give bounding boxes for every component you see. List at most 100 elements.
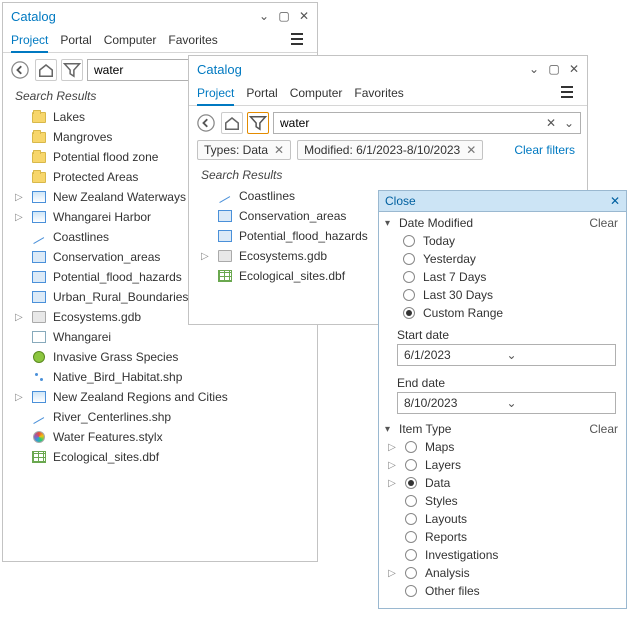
tab-portal[interactable]: Portal xyxy=(246,84,277,105)
back-icon[interactable] xyxy=(195,112,217,134)
item-label: Conservation_areas xyxy=(239,209,346,223)
section-item-type[interactable]: ▾ Item Type Clear xyxy=(379,418,626,438)
radio-data[interactable]: ▷Data xyxy=(379,474,626,492)
item-label: Coastlines xyxy=(239,189,295,203)
clear-icon[interactable]: ✕ xyxy=(542,116,560,130)
maximize-icon[interactable]: ▢ xyxy=(277,9,291,23)
expander-icon[interactable]: ▷ xyxy=(15,212,25,223)
line-icon xyxy=(31,409,47,425)
tree-item[interactable]: Ecological_sites.dbf xyxy=(7,447,313,467)
section-date-modified[interactable]: ▾ Date Modified Clear xyxy=(379,212,626,232)
filter-icon[interactable] xyxy=(61,59,83,81)
expander-icon[interactable]: ▷ xyxy=(387,460,397,471)
item-label: Urban_Rural_Boundaries xyxy=(53,290,188,304)
end-date-input[interactable]: 8/10/2023 ⌄ xyxy=(397,392,616,414)
expander-icon[interactable]: ▷ xyxy=(201,251,211,262)
tab-project[interactable]: Project xyxy=(197,84,234,105)
clear-date-filter[interactable]: Clear xyxy=(589,216,618,230)
chip-remove-icon[interactable]: ✕ xyxy=(274,143,284,157)
map-icon xyxy=(31,209,47,225)
radio-styles[interactable]: Styles xyxy=(379,492,626,510)
tab-favorites[interactable]: Favorites xyxy=(354,84,403,105)
radio-layouts[interactable]: Layouts xyxy=(379,510,626,528)
start-date-input[interactable]: 6/1/2023 ⌄ xyxy=(397,344,616,366)
item-label: Ecological_sites.dbf xyxy=(53,450,159,464)
radio-icon xyxy=(403,253,415,265)
item-label: Ecosystems.gdb xyxy=(53,310,141,324)
expander-icon[interactable]: ▷ xyxy=(387,568,397,579)
table-icon xyxy=(31,449,47,465)
radio-icon xyxy=(403,271,415,283)
close-icon[interactable]: ✕ xyxy=(297,9,311,23)
close-icon[interactable]: ✕ xyxy=(610,194,620,208)
clear-filters-link[interactable]: Clear filters xyxy=(514,143,579,157)
start-date-label: Start date xyxy=(379,322,626,344)
tab-project[interactable]: Project xyxy=(11,31,48,52)
radio-yesterday[interactable]: Yesterday xyxy=(379,250,626,268)
search-dropdown-icon[interactable]: ⌄ xyxy=(560,116,578,130)
menu-icon[interactable] xyxy=(289,31,309,52)
bug-icon xyxy=(31,349,47,365)
home-icon[interactable] xyxy=(221,112,243,134)
radio-icon xyxy=(405,549,417,561)
dropdown-icon[interactable]: ⌄ xyxy=(257,9,271,23)
tree-item[interactable]: Invasive Grass Species xyxy=(7,347,313,367)
expander-icon[interactable]: ▷ xyxy=(387,478,397,489)
clear-type-filter[interactable]: Clear xyxy=(589,422,618,436)
radio-icon xyxy=(405,567,417,579)
chevron-down-icon[interactable]: ⌄ xyxy=(507,348,610,362)
poly-icon xyxy=(31,289,47,305)
tree-item[interactable]: River_Centerlines.shp xyxy=(7,407,313,427)
chip-remove-icon[interactable]: ✕ xyxy=(466,143,476,157)
popup-close-label[interactable]: Close xyxy=(385,194,416,208)
tab-computer[interactable]: Computer xyxy=(104,31,157,52)
radio-icon xyxy=(403,289,415,301)
search-field[interactable] xyxy=(276,116,542,130)
tab-favorites[interactable]: Favorites xyxy=(168,31,217,52)
maximize-icon[interactable]: ▢ xyxy=(547,62,561,76)
tree-item[interactable]: Whangarei xyxy=(7,327,313,347)
item-label: Invasive Grass Species xyxy=(53,350,178,364)
item-label: Potential flood zone xyxy=(53,150,158,164)
poly-icon xyxy=(31,249,47,265)
expander-icon[interactable]: ▷ xyxy=(15,392,25,403)
folder-icon xyxy=(31,109,47,125)
radio-analysis[interactable]: ▷Analysis xyxy=(379,564,626,582)
filter-chip[interactable]: Modified: 6/1/2023-8/10/2023✕ xyxy=(297,140,483,160)
search-input[interactable]: ✕ ⌄ xyxy=(273,112,581,134)
radio-layers[interactable]: ▷Layers xyxy=(379,456,626,474)
close-icon[interactable]: ✕ xyxy=(567,62,581,76)
radio-custom-range[interactable]: Custom Range xyxy=(379,304,626,322)
expander-icon[interactable]: ▷ xyxy=(387,442,397,453)
back-icon[interactable] xyxy=(9,59,31,81)
radio-investigations[interactable]: Investigations xyxy=(379,546,626,564)
tree-item[interactable]: Water Features.stylx xyxy=(7,427,313,447)
tree-item[interactable]: Native_Bird_Habitat.shp xyxy=(7,367,313,387)
style-icon xyxy=(31,429,47,445)
radio-maps[interactable]: ▷Maps xyxy=(379,438,626,456)
item-label: New Zealand Regions and Cities xyxy=(53,390,228,404)
item-label: Lakes xyxy=(53,110,85,124)
tabs: Project Portal Computer Favorites xyxy=(3,27,317,53)
expander-icon[interactable]: ▷ xyxy=(15,312,25,323)
radio-last-7-days[interactable]: Last 7 Days xyxy=(379,268,626,286)
dropdown-icon[interactable]: ⌄ xyxy=(527,62,541,76)
filter-icon[interactable] xyxy=(247,112,269,134)
radio-reports[interactable]: Reports xyxy=(379,528,626,546)
radio-today[interactable]: Today xyxy=(379,232,626,250)
radio-icon xyxy=(405,531,417,543)
menu-icon[interactable] xyxy=(559,84,579,105)
radio-icon xyxy=(403,235,415,247)
expander-icon[interactable]: ▷ xyxy=(15,192,25,203)
radio-last-30-days[interactable]: Last 30 Days xyxy=(379,286,626,304)
tree-item[interactable]: ▷ New Zealand Regions and Cities xyxy=(7,387,313,407)
tab-portal[interactable]: Portal xyxy=(60,31,91,52)
item-label: Whangarei xyxy=(53,330,111,344)
radio-other-files[interactable]: Other files xyxy=(379,582,626,600)
filter-chip[interactable]: Types: Data✕ xyxy=(197,140,291,160)
item-label: Protected Areas xyxy=(53,170,138,184)
table-icon xyxy=(217,268,233,284)
home-icon[interactable] xyxy=(35,59,57,81)
chevron-down-icon[interactable]: ⌄ xyxy=(507,396,610,410)
tab-computer[interactable]: Computer xyxy=(290,84,343,105)
